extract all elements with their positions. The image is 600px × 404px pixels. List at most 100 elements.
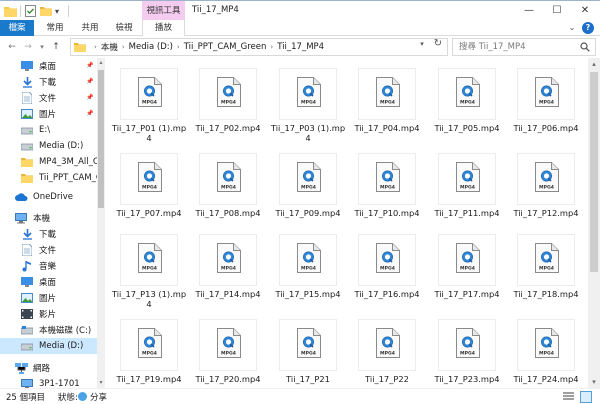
file-name: Tii_17_P18.mp4 — [513, 289, 579, 299]
file-item[interactable]: MPG4 Tii_17_P13 (1).mp4 — [111, 228, 187, 312]
file-item[interactable]: MPG4 Tii_17_P11.mp4 — [429, 147, 505, 231]
pin-icon[interactable]: 📌 — [86, 94, 93, 101]
sidebar-item[interactable]: 下載 — [0, 226, 97, 242]
refresh-icon[interactable]: ↻ — [432, 37, 444, 51]
file-item[interactable]: MPG4 Tii_17_P05.mp4 — [429, 62, 505, 146]
sidebar-item[interactable]: 文件 📌 — [0, 90, 97, 106]
file-item[interactable]: MPG4 Tii_17_P07.mp4 — [111, 147, 187, 231]
file-item[interactable]: MPG4 Tii_17_P15.mp4 — [270, 228, 346, 312]
tab-play[interactable]: 播放 — [142, 20, 185, 37]
file-item[interactable]: MPG4 Tii_17_P17.mp4 — [429, 228, 505, 312]
scroll-down-icon[interactable]: ▾ — [97, 378, 105, 388]
desktop-icon — [20, 60, 34, 72]
scrollbar-thumb[interactable] — [590, 72, 598, 272]
scrollbar-thumb[interactable] — [98, 70, 104, 208]
file-item[interactable]: MPG4 Tii_17_P19.mp4 — [111, 313, 187, 388]
search-icon[interactable] — [580, 42, 590, 52]
file-item[interactable]: MPG4 Tii_17_P08.mp4 — [190, 147, 266, 231]
close-button[interactable]: ✕ — [571, 1, 599, 21]
sidebar-item[interactable]: 圖片 📌 — [0, 106, 97, 122]
sidebar-item[interactable]: 本機 — [0, 210, 97, 226]
svg-text:MPG4: MPG4 — [142, 266, 157, 272]
sidebar-item[interactable]: 桌面 — [0, 274, 97, 290]
file-item[interactable]: MPG4 Tii_17_P23.mp4 — [429, 313, 505, 388]
file-item[interactable]: MPG4 Tii_17_P01 (1).mp4 — [111, 62, 187, 146]
breadcrumb-tii-ppt-cam-green[interactable]: Tii_PPT_CAM_Green — [184, 42, 267, 52]
forward-arrow-icon[interactable]: → — [22, 41, 34, 53]
file-item[interactable]: MPG4 Tii_17_P16.mp4 — [349, 228, 425, 312]
up-arrow-icon[interactable]: ↑ — [50, 41, 62, 53]
svg-text:MPG4: MPG4 — [301, 351, 316, 357]
breadcrumb-separator[interactable]: › — [177, 43, 180, 51]
search-input[interactable] — [453, 39, 577, 55]
file-item[interactable]: MPG4 Tii_17_P02.mp4 — [190, 62, 266, 146]
sidebar-item[interactable]: Media (D:) — [0, 138, 97, 154]
minimize-button[interactable]: — — [515, 1, 543, 21]
file-list-scrollbar[interactable]: ▴ ▾ — [588, 58, 600, 388]
scroll-down-icon[interactable]: ▾ — [588, 376, 600, 388]
computer-icon — [20, 378, 34, 388]
search-box[interactable] — [452, 38, 596, 56]
sidebar-item[interactable]: MP4_3M_All_Clip — [0, 154, 97, 170]
sidebar-item[interactable]: Media (D:) — [0, 338, 97, 354]
file-item[interactable]: MPG4 Tii_17_P22 — [349, 313, 425, 388]
sidebar-item[interactable]: E:\ — [0, 122, 97, 138]
help-icon[interactable]: ? — [582, 22, 594, 34]
address-bar[interactable]: › 本機 › Media (D:) › Tii_PPT_CAM_Green › … — [70, 38, 448, 56]
maximize-button[interactable]: ☐ — [543, 1, 571, 21]
sidebar-item[interactable]: 音樂 — [0, 258, 97, 274]
sidebar-item-label: 網路 — [33, 364, 51, 374]
file-item[interactable]: MPG4 Tii_17_P24.mp4 — [508, 313, 584, 388]
details-view-icon[interactable] — [563, 392, 574, 402]
pin-icon[interactable]: 📌 — [86, 110, 93, 117]
new-folder-icon[interactable] — [40, 4, 52, 18]
sidebar-item[interactable]: Tii_PPT_CAM_Gre — [0, 170, 97, 186]
sidebar-item-label: 影片 — [39, 310, 57, 320]
tab-home[interactable]: 常用 — [40, 20, 70, 36]
tab-share[interactable]: 共用 — [76, 20, 104, 36]
sidebar-item-label: 文件 — [39, 246, 57, 256]
large-icons-view-icon[interactable] — [580, 391, 592, 403]
sidebar-item[interactable]: 網路 — [0, 360, 97, 376]
svg-text:MPG4: MPG4 — [221, 266, 236, 272]
sidebar-item[interactable]: 3P1-1701 — [0, 376, 97, 388]
file-item[interactable]: MPG4 Tii_17_P20.mp4 — [190, 313, 266, 388]
breadcrumb-media-d[interactable]: Media (D:) — [129, 42, 173, 52]
file-name: Tii_17_P04.mp4 — [354, 123, 420, 133]
file-item[interactable]: MPG4 Tii_17_P18.mp4 — [508, 228, 584, 312]
breadcrumb-separator[interactable]: › — [270, 43, 273, 51]
mp4-file-icon: MPG4 — [279, 153, 337, 205]
breadcrumb-separator[interactable]: › — [122, 43, 125, 51]
sidebar-item[interactable]: 圖片 — [0, 290, 97, 306]
scroll-up-icon[interactable]: ▴ — [97, 58, 105, 68]
recent-locations-icon[interactable]: ▾ — [36, 41, 48, 53]
properties-icon[interactable] — [25, 4, 37, 18]
sidebar-item[interactable]: 影片 — [0, 306, 97, 322]
svg-text:MPG4: MPG4 — [380, 266, 395, 272]
file-item[interactable]: MPG4 Tii_17_P21 — [270, 313, 346, 388]
chevron-down-icon[interactable]: ⌄ — [566, 23, 578, 33]
tab-file[interactable]: 檔案 — [0, 20, 34, 36]
sidebar-item[interactable]: 下載 📌 — [0, 74, 97, 90]
file-item[interactable]: MPG4 Tii_17_P06.mp4 — [508, 62, 584, 146]
file-item[interactable]: MPG4 Tii_17_P04.mp4 — [349, 62, 425, 146]
sidebar-item[interactable]: 桌面 📌 — [0, 58, 97, 74]
file-item[interactable]: MPG4 Tii_17_P12.mp4 — [508, 147, 584, 231]
customize-toolbar-icon[interactable]: ▾ — [55, 4, 65, 18]
navigation-pane-scrollbar[interactable]: ▴ ▾ — [97, 58, 105, 388]
back-arrow-icon[interactable]: ← — [6, 41, 18, 53]
file-item[interactable]: MPG4 Tii_17_P10.mp4 — [349, 147, 425, 231]
pin-icon[interactable]: 📌 — [86, 78, 93, 85]
tab-view[interactable]: 檢視 — [110, 20, 138, 36]
pin-icon[interactable]: 📌 — [86, 62, 93, 69]
file-item[interactable]: MPG4 Tii_17_P09.mp4 — [270, 147, 346, 231]
file-item[interactable]: MPG4 Tii_17_P03 (1).mp4 — [270, 62, 346, 146]
breadcrumb-this-pc[interactable]: 本機 — [101, 41, 118, 53]
sidebar-item[interactable]: 本機磁碟 (C:) — [0, 322, 97, 338]
file-item[interactable]: MPG4 Tii_17_P14.mp4 — [190, 228, 266, 312]
breadcrumb-tii-17-mp4[interactable]: Tii_17_MP4 — [277, 42, 324, 52]
scroll-up-icon[interactable]: ▴ — [588, 58, 600, 70]
sidebar-item[interactable]: OneDrive — [0, 189, 97, 205]
address-dropdown-icon[interactable]: ▾ — [416, 38, 428, 50]
sidebar-item[interactable]: 文件 — [0, 242, 97, 258]
